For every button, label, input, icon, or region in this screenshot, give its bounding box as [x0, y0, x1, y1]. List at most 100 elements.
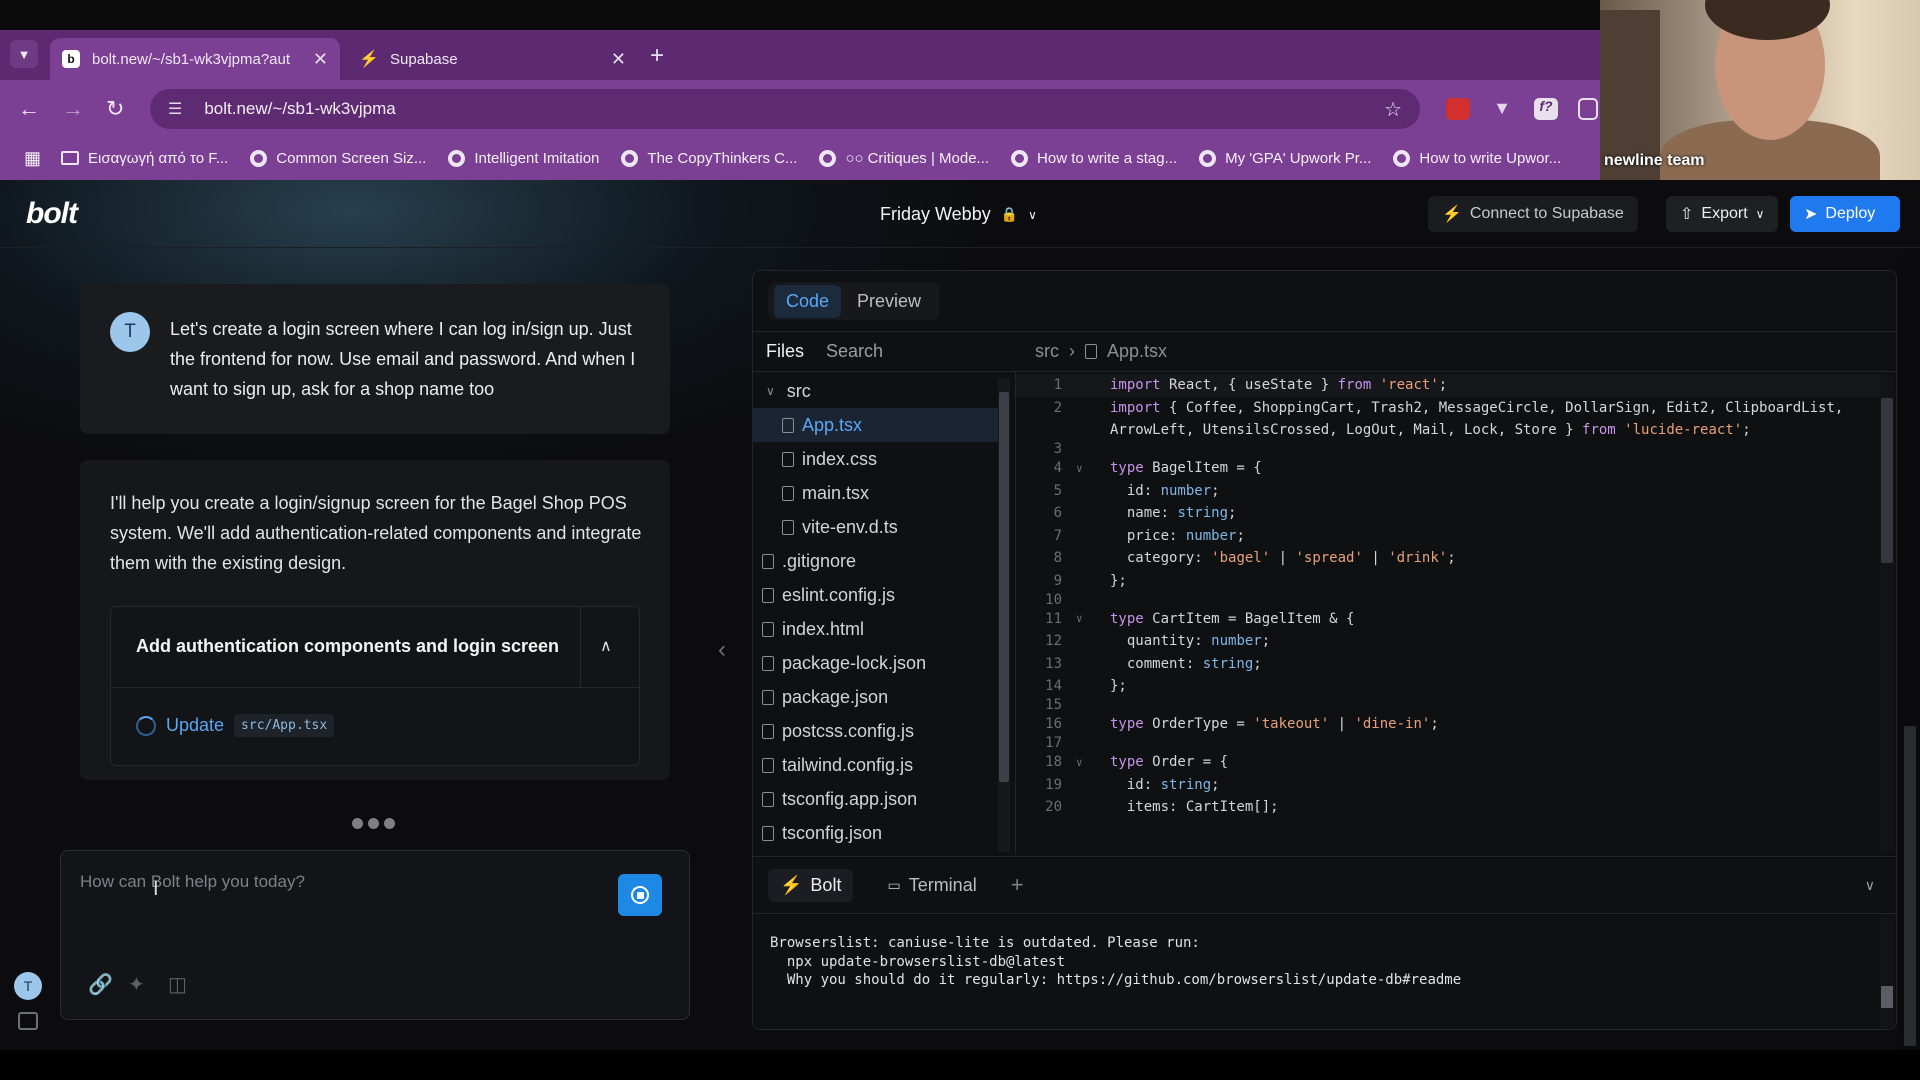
code-line[interactable]: 17	[1016, 735, 1882, 751]
code-line[interactable]: 11 ∨ type CartItem = BagelItem & {	[1016, 608, 1882, 631]
reload-icon[interactable]: ↻	[106, 96, 124, 122]
extensions-icon[interactable]	[1578, 98, 1598, 120]
code-line[interactable]: ArrowLeft, UtensilsCrossed, LogOut, Mail…	[1016, 419, 1882, 442]
tab-search-button[interactable]: ▼	[10, 40, 38, 68]
new-tab-button[interactable]: +	[650, 42, 664, 70]
add-terminal-button[interactable]: +	[1011, 872, 1024, 898]
action-card	[110, 606, 640, 766]
fold-chevron-icon[interactable]: ∨	[1062, 756, 1110, 769]
site-settings-icon[interactable]: ☰	[168, 99, 182, 119]
forward-icon[interactable]: →	[62, 96, 84, 122]
code-line[interactable]: 5 id: number;	[1016, 480, 1882, 503]
bookmark-item[interactable]: How to write a stag...	[1011, 149, 1178, 167]
code-line[interactable]: 1 import React, { useState } from 'react'…	[1016, 374, 1882, 397]
bookmark-label: How to write a stag...	[1037, 149, 1178, 167]
breadcrumb-item[interactable]: src	[1035, 341, 1059, 362]
code-line[interactable]: 3	[1016, 441, 1882, 457]
discuss-icon[interactable]: ◫	[168, 972, 187, 997]
bookmark-item[interactable]: Intelligent Imitation	[448, 149, 599, 167]
scrollbar-thumb[interactable]	[1881, 398, 1893, 563]
scrollbar-thumb[interactable]	[999, 392, 1009, 782]
bookmark-item[interactable]: My 'GPA' Upwork Pr...	[1199, 149, 1371, 167]
code-line[interactable]: 18 ∨ type Order = {	[1016, 751, 1882, 774]
stop-generation-button[interactable]	[618, 874, 662, 916]
code-line[interactable]: 16 type OrderType = 'takeout' | 'dine-in'…	[1016, 713, 1882, 736]
chevron-down-icon[interactable]: ∨	[1865, 877, 1875, 894]
code-line[interactable]: 8 category: 'bagel' | 'spread' | 'drink'…	[1016, 547, 1882, 570]
code-editor[interactable]: 1 import React, { useState } from 'react'…	[1016, 374, 1882, 854]
code-line[interactable]: 7 price: number;	[1016, 525, 1882, 548]
apps-grid-icon[interactable]: ▦	[24, 148, 41, 169]
file-row[interactable]: tsconfig.json	[752, 816, 998, 850]
bookmark-folder[interactable]: Εισαγωγή από το F...	[61, 150, 228, 167]
file-row[interactable]: main.tsx	[752, 476, 998, 510]
close-icon[interactable]: ✕	[611, 49, 626, 70]
deploy-button[interactable]: ➤ Deploy	[1790, 196, 1900, 232]
tab-code[interactable]: Code	[774, 284, 842, 318]
code-line[interactable]: 4 ∨ type BagelItem = {	[1016, 457, 1882, 480]
youtube-extension-icon[interactable]	[1446, 98, 1470, 120]
folder-row[interactable]: ∨ src	[752, 374, 998, 408]
bookmark-item[interactable]: The CopyThinkers C...	[621, 149, 797, 167]
function-extension-icon[interactable]: f?	[1534, 98, 1558, 120]
v-extension-icon[interactable]: ▼	[1490, 98, 1514, 120]
breadcrumb-item[interactable]: App.tsx	[1107, 341, 1167, 362]
bolt-logo[interactable]: bolt	[26, 197, 78, 231]
fold-chevron-icon[interactable]: ∨	[1062, 612, 1110, 625]
code-line[interactable]: 10	[1016, 592, 1882, 608]
file-row[interactable]: package.json	[752, 680, 998, 714]
action-step[interactable]: Update src/App.tsx	[136, 714, 335, 737]
tab-terminal[interactable]: ▭ Terminal	[875, 869, 988, 902]
project-name: Friday Webby	[880, 204, 991, 224]
link-icon[interactable]: 🔗	[88, 972, 113, 997]
connect-supabase-button[interactable]: ⚡ Connect to Supabase	[1428, 196, 1638, 232]
project-title[interactable]: Friday Webby 🔒 ∨	[880, 204, 1037, 225]
file-row[interactable]: App.tsx	[752, 408, 998, 442]
bookmark-item[interactable]: ○○ Critiques | Mode...	[819, 149, 989, 167]
file-icon	[762, 689, 774, 705]
file-row[interactable]: tsconfig.app.json	[752, 782, 998, 816]
code-line[interactable]: 13 comment: string;	[1016, 653, 1882, 676]
tab-files[interactable]: Files	[766, 341, 804, 362]
file-row[interactable]: index.css	[752, 442, 998, 476]
terminal-scrollbar[interactable]	[1880, 918, 1894, 1028]
code-line[interactable]: 9};	[1016, 570, 1882, 593]
file-name: .gitignore	[782, 550, 857, 571]
code-line[interactable]: 20 items: CartItem[];	[1016, 796, 1882, 819]
supabase-icon: ⚡	[1442, 206, 1462, 223]
file-row[interactable]: package-lock.json	[752, 646, 998, 680]
tab-bolt-terminal[interactable]: ⚡ Bolt	[768, 868, 854, 902]
tab-search[interactable]: Search	[826, 341, 883, 362]
code-line[interactable]: 6 name: string;	[1016, 502, 1882, 525]
chevron-up-icon[interactable]: ∧	[600, 636, 612, 656]
address-bar[interactable]: ☰ bolt.new/~/sb1-wk3vjpma ☆	[150, 89, 1420, 129]
browser-tab-bolt[interactable]: b bolt.new/~/sb1-wk3vjpma?aut ✕	[50, 38, 340, 80]
bookmark-item[interactable]: How to write Upwor...	[1393, 149, 1561, 167]
code-line[interactable]: 15	[1016, 697, 1882, 713]
chevron-left-icon[interactable]: ‹	[718, 636, 726, 664]
code-line[interactable]: 14};	[1016, 675, 1882, 698]
fold-chevron-icon[interactable]: ∨	[1062, 462, 1110, 475]
file-row[interactable]: index.html	[752, 612, 998, 646]
file-row[interactable]: .gitignore	[752, 544, 998, 578]
browser-tab-supabase[interactable]: ⚡ Supabase ✕	[348, 38, 638, 80]
sidebar-toggle-icon[interactable]	[18, 1012, 38, 1030]
tab-preview[interactable]: Preview	[845, 285, 933, 318]
code-text: };	[1110, 572, 1127, 589]
file-row[interactable]: postcss.config.js	[752, 714, 998, 748]
file-row[interactable]: vite-env.d.ts	[752, 510, 998, 544]
star-icon[interactable]: ☆	[1384, 97, 1402, 122]
file-row[interactable]: tailwind.config.js	[752, 748, 998, 782]
scrollbar-thumb[interactable]	[1904, 726, 1916, 1046]
bookmark-item[interactable]: Common Screen Siz...	[250, 149, 426, 167]
export-button[interactable]: ⇧ Export ∨	[1666, 196, 1779, 232]
close-icon[interactable]: ✕	[313, 49, 328, 70]
sidebar-avatar[interactable]: T	[14, 972, 42, 1000]
back-icon[interactable]: ←	[18, 96, 40, 122]
code-line[interactable]: 12 quantity: number;	[1016, 630, 1882, 653]
file-row[interactable]: eslint.config.js	[752, 578, 998, 612]
sparkles-icon[interactable]: ✦	[128, 972, 145, 997]
code-line[interactable]: 19 id: string;	[1016, 774, 1882, 797]
scrollbar-thumb[interactable]	[1881, 986, 1893, 1008]
code-line[interactable]: 2 import { Coffee, ShoppingCart, Trash2, …	[1016, 397, 1882, 420]
